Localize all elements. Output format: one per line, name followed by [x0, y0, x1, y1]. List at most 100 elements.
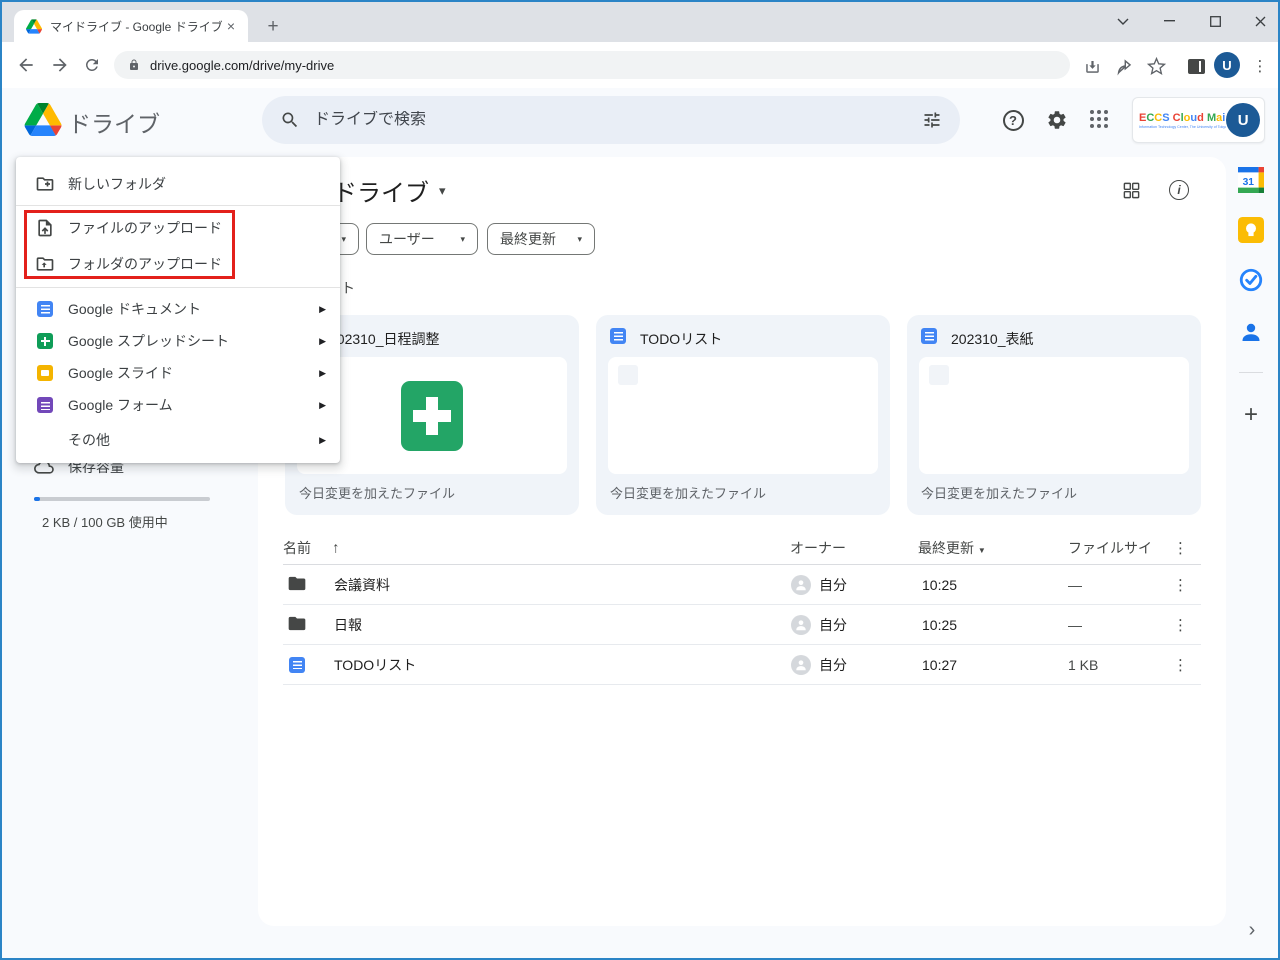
owner-name: 自分: [819, 616, 847, 633]
bookmark-star-icon[interactable]: [1144, 54, 1168, 78]
info-icon: i: [1169, 180, 1189, 200]
table-row[interactable]: 会議資料 自分 10:25 — ⋮: [283, 565, 1201, 605]
card-caption: 今日変更を加えたファイル: [299, 486, 456, 501]
google-docs-icon: [34, 301, 56, 317]
card-caption: 今日変更を加えたファイル: [921, 486, 1078, 501]
file-name: 日報: [334, 616, 362, 633]
gear-icon: [1048, 111, 1066, 129]
side-panel-icon[interactable]: [1184, 54, 1208, 78]
grid-view-toggle-button[interactable]: [1118, 177, 1144, 203]
show-side-panel-chevron-icon[interactable]: ›: [1242, 919, 1262, 941]
title-dropdown-caret-icon: ▾: [439, 182, 446, 198]
new-tab-button[interactable]: +: [260, 14, 286, 40]
share-icon[interactable]: [1112, 54, 1136, 78]
row-more-options-icon[interactable]: ⋮: [1173, 616, 1188, 634]
chevron-down-icon: ▾: [341, 233, 346, 244]
url-input[interactable]: [150, 57, 1056, 73]
eccs-brand-subtext: Information Technology Center, The Unive…: [1139, 123, 1227, 129]
annotation-highlight-box: [24, 210, 235, 279]
owner-avatar: [791, 574, 811, 595]
menu-item-label: Google スプレッドシート: [68, 333, 230, 349]
menu-divider: [16, 205, 340, 206]
reload-button[interactable]: [80, 53, 104, 77]
google-apps-grid-icon[interactable]: [1090, 110, 1108, 128]
window-maximize-button[interactable]: [1200, 8, 1230, 34]
install-download-icon[interactable]: [1080, 54, 1104, 78]
owner-name: 自分: [819, 576, 847, 593]
get-add-ons-plus-icon[interactable]: +: [1238, 401, 1264, 428]
browser-profile-avatar[interactable]: U: [1214, 52, 1240, 78]
modified-time: 10:27: [922, 656, 958, 673]
document-preview-placeholder: [929, 365, 949, 385]
google-forms-icon: [34, 397, 56, 413]
back-button[interactable]: [14, 53, 38, 77]
sort-ascending-icon[interactable]: ↑: [332, 539, 340, 556]
window-close-button[interactable]: [1245, 8, 1275, 34]
window-minimize-button[interactable]: [1154, 8, 1184, 34]
menu-item-google-forms[interactable]: Google フォーム ▶: [16, 389, 340, 421]
suggested-file-card[interactable]: TODOリスト 今日変更を加えたファイル: [596, 315, 890, 515]
tab-title: マイドライブ - Google ドライブ: [50, 19, 222, 34]
drive-favicon-icon: [26, 18, 42, 34]
grid-view-icon: [1123, 182, 1139, 198]
menu-divider: [16, 287, 340, 288]
storage-progress-fill: [34, 497, 40, 501]
column-header-modified[interactable]: 最終更新 ▼: [918, 538, 986, 558]
contacts-icon[interactable]: [1238, 319, 1264, 345]
url-bar[interactable]: [114, 51, 1070, 79]
window-menu-chevron-icon[interactable]: [1108, 8, 1138, 34]
row-more-options-icon[interactable]: ⋮: [1173, 656, 1188, 674]
storage-progress-bar: [34, 497, 210, 501]
forward-button[interactable]: [48, 53, 72, 77]
menu-item-label: Google ドキュメント: [68, 301, 202, 317]
modified-time: 10:25: [922, 616, 958, 633]
folder-icon: [287, 613, 307, 636]
google-side-rail: 31 + ›: [1224, 152, 1278, 958]
suggested-file-card[interactable]: 202310_表紙 今日変更を加えたファイル: [907, 315, 1201, 515]
new-dropdown-menu: 新しいフォルダ ファイルのアップロード フォルダのアップロード Google ド…: [16, 157, 340, 463]
drive-search-bar[interactable]: [262, 96, 960, 144]
table-more-options-icon[interactable]: ⋮: [1173, 539, 1188, 557]
card-title: 202310_日程調整: [329, 331, 440, 347]
google-slides-icon: [34, 365, 56, 381]
help-icon: ?: [1002, 109, 1024, 131]
calendar-icon[interactable]: 31: [1238, 167, 1264, 193]
browser-tab[interactable]: マイドライブ - Google ドライブ ×: [14, 10, 248, 42]
menu-item-more[interactable]: その他 ▶: [16, 423, 340, 457]
details-info-button[interactable]: i: [1166, 177, 1192, 203]
settings-button[interactable]: [1044, 107, 1070, 133]
menu-item-google-slides[interactable]: Google スライド ▶: [16, 357, 340, 389]
help-button[interactable]: ?: [1000, 107, 1026, 133]
filter-chip-people[interactable]: ユーザー ▾: [366, 223, 478, 255]
account-organization-card[interactable]: ECCS Cloud Mail Information Technology C…: [1132, 97, 1265, 143]
column-header-name[interactable]: 名前: [283, 538, 311, 558]
filter-chip-modified[interactable]: 最終更新 ▾: [487, 223, 595, 255]
chevron-down-icon: ▾: [460, 233, 465, 244]
menu-item-google-docs[interactable]: Google ドキュメント ▶: [16, 293, 340, 325]
card-title: TODOリスト: [640, 331, 723, 347]
drive-app-name: ドライブ: [68, 111, 160, 137]
keep-icon[interactable]: [1238, 217, 1264, 243]
owner-avatar: [791, 614, 811, 635]
file-name: 会議資料: [334, 576, 390, 593]
column-header-size[interactable]: ファイルサイ: [1068, 538, 1152, 558]
menu-item-google-sheets[interactable]: Google スプレッドシート ▶: [16, 325, 340, 357]
card-title: 202310_表紙: [951, 331, 1034, 347]
drive-logo-icon: [24, 103, 62, 136]
row-more-options-icon[interactable]: ⋮: [1173, 576, 1188, 594]
rail-divider: [1239, 372, 1263, 373]
storage-usage-text: 2 KB / 100 GB 使用中: [42, 515, 168, 530]
table-row[interactable]: TODOリスト 自分 10:27 1 KB ⋮: [283, 645, 1201, 685]
menu-item-new-folder[interactable]: 新しいフォルダ: [16, 163, 340, 205]
drive-header: ドライブ ? ECCS Cloud Mail Information Techn…: [2, 88, 1278, 152]
table-row[interactable]: 日報 自分 10:25 — ⋮: [283, 605, 1201, 645]
tasks-icon[interactable]: [1238, 267, 1264, 293]
search-options-tune-icon[interactable]: [922, 110, 942, 130]
submenu-arrow-icon: ▶: [319, 303, 326, 314]
drive-profile-avatar[interactable]: U: [1226, 103, 1260, 137]
drive-search-input[interactable]: [314, 111, 922, 129]
tab-strip: マイドライブ - Google ドライブ × +: [2, 2, 1278, 42]
column-header-owner[interactable]: オーナー: [790, 538, 846, 558]
browser-menu-icon[interactable]: ⋮: [1248, 54, 1272, 78]
tab-close-icon[interactable]: ×: [222, 17, 240, 35]
